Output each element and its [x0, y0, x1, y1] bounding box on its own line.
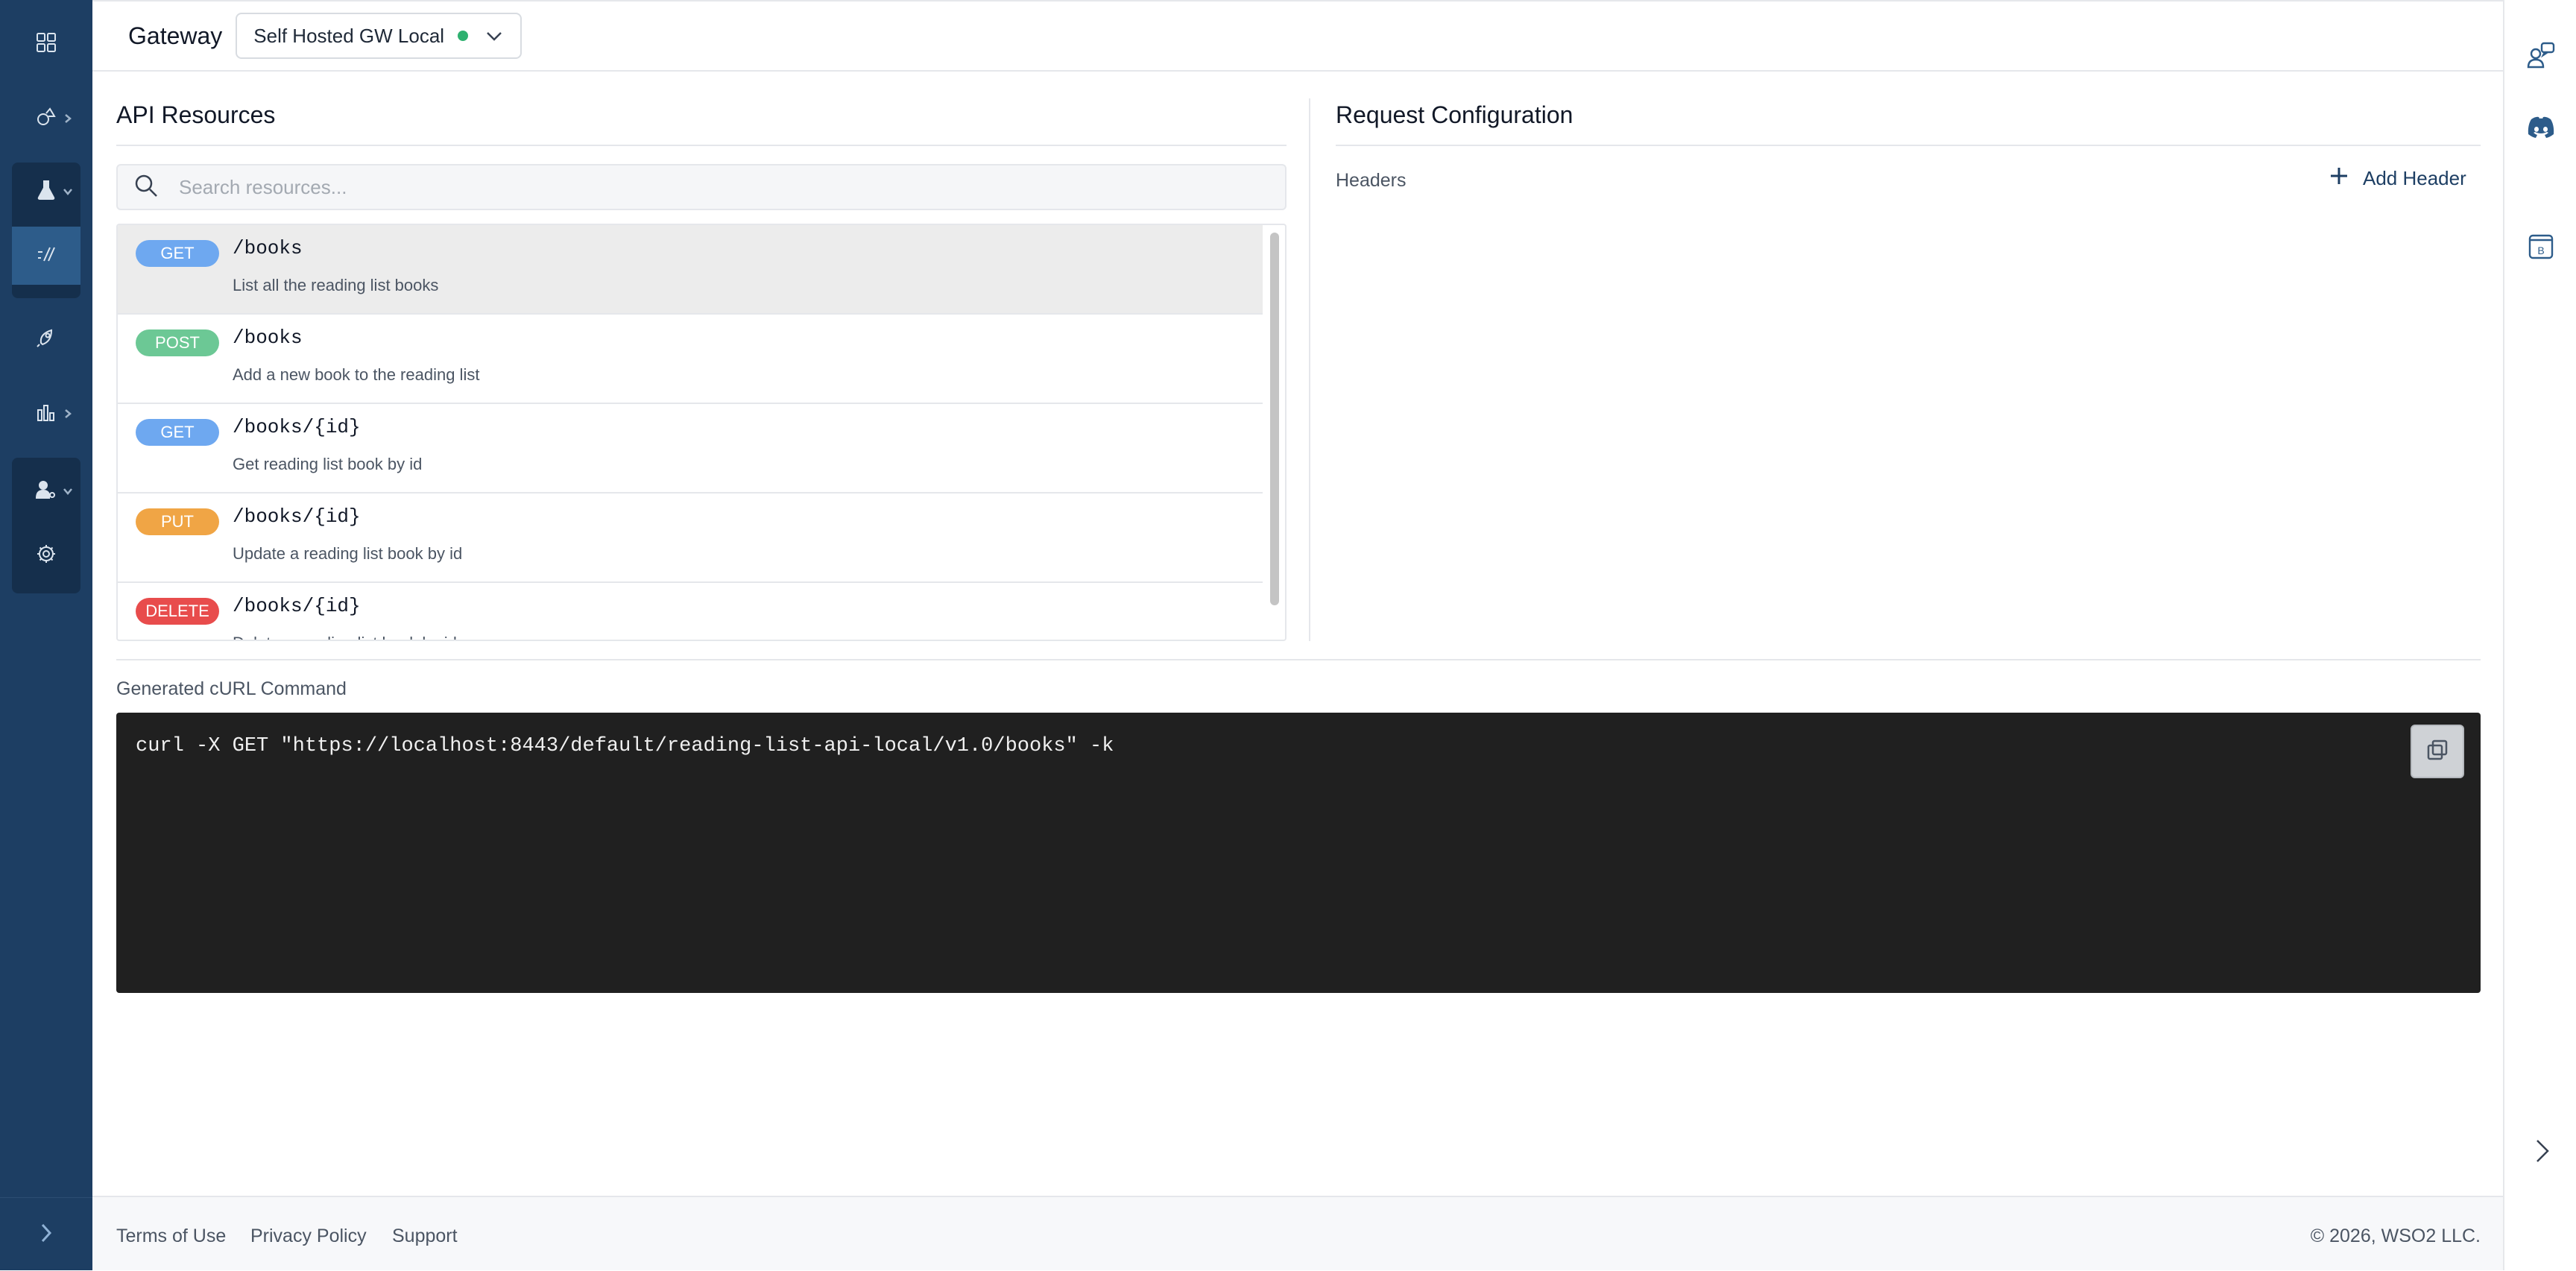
- topbar: Gateway Self Hosted GW Local: [92, 0, 2503, 72]
- resource-path: /books: [233, 237, 303, 259]
- deploy-rocket-icon: [35, 327, 57, 353]
- nav-api-test-console[interactable]: [12, 227, 80, 285]
- left-sidebar: [0, 0, 92, 1270]
- resource-item[interactable]: GET /books/{id} Get reading list book by…: [118, 404, 1263, 493]
- copy-icon: [2425, 738, 2449, 766]
- sidebar-expand-button[interactable]: [0, 1197, 92, 1271]
- copy-curl-button[interactable]: [2411, 725, 2464, 778]
- search-resources-box: [116, 164, 1287, 210]
- nav-admin[interactable]: [12, 462, 80, 520]
- terms-of-use-link[interactable]: Terms of Use: [116, 1226, 226, 1247]
- nav-group-test: [12, 163, 80, 298]
- chevron-right-icon: [35, 1222, 57, 1248]
- api-test-console-icon: [35, 243, 57, 269]
- add-header-button[interactable]: Add Header: [2329, 165, 2466, 192]
- nav-dashboard[interactable]: [12, 15, 80, 73]
- right-panel-expand-button[interactable]: [2531, 1136, 2554, 1166]
- bijira-button[interactable]: B: [2524, 231, 2558, 265]
- discord-icon: [2525, 112, 2557, 147]
- footer: Terms of Use Privacy Policy Support © 20…: [92, 1196, 2503, 1270]
- request-config-title: Request Configuration: [1336, 101, 1573, 128]
- chevron-down-icon: [484, 26, 504, 45]
- nav-test[interactable]: [12, 163, 80, 221]
- develop-icon: [35, 106, 57, 132]
- gateway-select-value: Self Hosted GW Local: [253, 24, 445, 47]
- plus-icon: [2329, 165, 2363, 192]
- resource-description: Add a new book to the reading list: [233, 365, 480, 384]
- gateway-status-dot: [458, 31, 469, 41]
- curl-label: Generated cURL Command: [116, 678, 347, 699]
- chevron-right-icon: [63, 409, 73, 419]
- curl-command-text: curl -X GET "https://localhost:8443/defa…: [136, 735, 1114, 757]
- headers-label: Headers: [1336, 170, 1407, 191]
- right-sidebar: B: [2503, 0, 2576, 1270]
- support-chat-button[interactable]: [2524, 40, 2558, 75]
- bijira-icon: B: [2525, 231, 2557, 266]
- resource-description: Delete a reading list book by id: [233, 634, 457, 640]
- analytics-chart-icon: [35, 401, 57, 427]
- chevron-right-icon: [63, 113, 73, 124]
- api-resources-title: API Resources: [116, 101, 276, 128]
- nav-develop[interactable]: [12, 89, 80, 148]
- support-link[interactable]: Support: [392, 1226, 458, 1247]
- resource-description: Get reading list book by id: [233, 455, 423, 473]
- method-badge: GET: [136, 419, 219, 446]
- resource-path: /books: [233, 327, 303, 349]
- chevron-right-icon: [2531, 1140, 2554, 1169]
- gateway-select[interactable]: Self Hosted GW Local: [236, 13, 523, 59]
- chevron-down-icon: [63, 186, 73, 197]
- resource-item[interactable]: PUT /books/{id} Update a reading list bo…: [118, 493, 1263, 583]
- search-resources-input[interactable]: [177, 174, 1224, 200]
- resource-description: List all the reading list books: [233, 276, 439, 294]
- resource-item[interactable]: POST /books Add a new book to the readin…: [118, 315, 1263, 404]
- resource-description: Update a reading list book by id: [233, 544, 463, 563]
- nav-group-admin: [12, 458, 80, 593]
- search-icon: [133, 172, 160, 203]
- resources-scrollbar-thumb[interactable]: [1270, 233, 1279, 605]
- admin-users-icon: [35, 479, 57, 505]
- copyright-text: © 2026, WSO2 LLC.: [2310, 1226, 2481, 1246]
- dashboard-icon: [35, 31, 57, 57]
- resource-path: /books/{id}: [233, 505, 361, 528]
- test-flask-icon: [35, 179, 57, 205]
- privacy-policy-link[interactable]: Privacy Policy: [250, 1226, 367, 1247]
- resource-path: /books/{id}: [233, 595, 361, 617]
- chevron-down-icon: [63, 486, 73, 496]
- api-resources-list: GET /books List all the reading list boo…: [116, 224, 1287, 641]
- nav-deploy[interactable]: [12, 310, 80, 368]
- divider: [116, 145, 1287, 146]
- discord-button[interactable]: [2524, 112, 2558, 146]
- resources-scrollbar[interactable]: [1266, 228, 1284, 640]
- resource-item[interactable]: GET /books List all the reading list boo…: [118, 225, 1263, 315]
- method-badge: GET: [136, 240, 219, 267]
- gateway-label: Gateway: [128, 22, 223, 49]
- panel-divider: [1309, 98, 1310, 641]
- resource-path: /books/{id}: [233, 416, 361, 438]
- support-chat-icon: [2525, 40, 2557, 75]
- divider: [116, 659, 2481, 660]
- method-badge: DELETE: [136, 598, 219, 625]
- svg-text:B: B: [2537, 245, 2544, 256]
- add-header-label: Add Header: [2363, 167, 2466, 189]
- resource-item[interactable]: DELETE /books/{id} Delete a reading list…: [118, 583, 1263, 640]
- nav-settings[interactable]: [12, 526, 80, 584]
- nav-analytics[interactable]: [12, 385, 80, 443]
- method-badge: POST: [136, 329, 219, 356]
- settings-gear-icon: [35, 543, 57, 569]
- divider: [1336, 145, 2481, 146]
- curl-command-box: curl -X GET "https://localhost:8443/defa…: [116, 713, 2481, 993]
- method-badge: PUT: [136, 508, 219, 535]
